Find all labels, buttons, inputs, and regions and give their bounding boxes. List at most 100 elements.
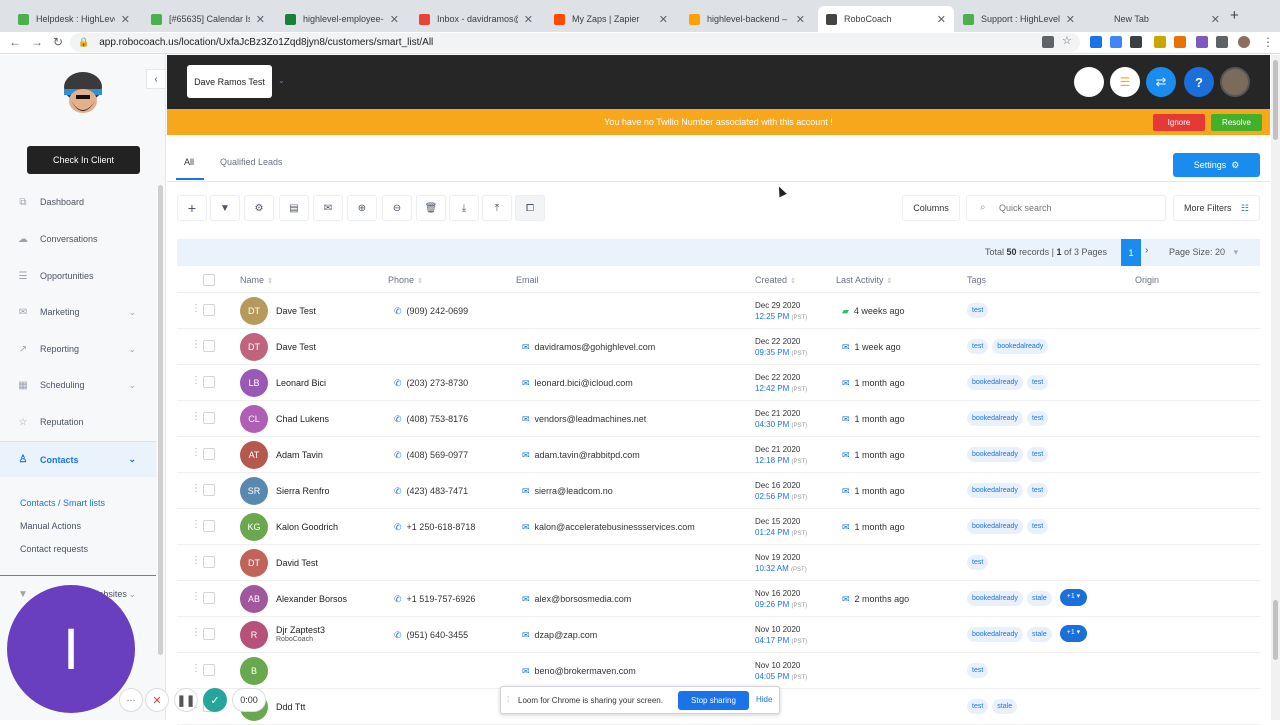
scrollbar-thumb[interactable] (1273, 600, 1278, 660)
table-row[interactable]: ⋮ AT Adam Tavin ✆ (408) 569-0977 ✉ adam.tavin@… (177, 437, 1260, 473)
browser-tab[interactable]: My Zaps | Zapier ✕ (546, 6, 676, 32)
row-checkbox[interactable] (203, 340, 215, 352)
tab-qualified-leads[interactable]: Qualified Leads (220, 157, 283, 167)
chevron-down-icon[interactable]: ⌄ (278, 76, 285, 85)
scrollbar-thumb[interactable] (1273, 60, 1278, 140)
check-in-client-button[interactable]: Check In Client (27, 146, 140, 174)
row-checkbox[interactable] (203, 664, 215, 676)
sidebar-item-scheduling[interactable]: ▦ Scheduling ⌄ (0, 367, 156, 403)
contact-phone[interactable]: ✆ (423) 483-7471 (394, 486, 468, 497)
subnav-smart-lists[interactable]: Contacts / Smart lists (20, 498, 105, 508)
row-checkbox[interactable] (203, 592, 215, 604)
extension-icon[interactable] (1110, 36, 1122, 48)
drag-handle-icon[interactable]: ⋮ (191, 375, 201, 386)
column-created[interactable]: Created ⇕ (755, 275, 796, 285)
extension-icon[interactable] (1154, 36, 1166, 48)
close-tab-icon[interactable]: ✕ (121, 13, 130, 26)
reload-icon[interactable]: ↻ (53, 35, 63, 49)
resolve-button[interactable]: Resolve (1211, 114, 1262, 131)
tab-all[interactable]: All (184, 157, 194, 167)
drag-handle-icon[interactable]: ⋮ (191, 483, 201, 494)
sidebar-item-reputation[interactable]: ☆ Reputation (0, 404, 156, 440)
sidebar-item-dashboard[interactable]: ⧉ Dashboard (0, 184, 156, 220)
tag-badge[interactable]: test (967, 339, 989, 354)
sidebar-item-conversations[interactable]: ☁ Conversations (0, 221, 156, 257)
settings-button[interactable]: Settings ⚙ (1173, 153, 1260, 177)
close-tab-icon[interactable]: ✕ (1211, 13, 1220, 26)
tag-badge[interactable]: bookedalready (967, 519, 1023, 534)
account-switcher[interactable]: Dave Ramos Test (187, 65, 272, 98)
contact-email[interactable]: ✉ alex@borsosmedia.com (522, 594, 631, 605)
drag-handle-icon[interactable]: ⋮ (191, 555, 201, 566)
ignore-button[interactable]: Ignore (1153, 114, 1205, 131)
swap-icon[interactable]: ⇄ (1146, 67, 1176, 97)
contact-phone[interactable]: ✆ +1 519-757-6926 (394, 594, 475, 605)
close-tab-icon[interactable]: ✕ (390, 13, 399, 26)
row-checkbox[interactable] (203, 448, 215, 460)
drag-handle-icon[interactable]: ⋮ (191, 447, 201, 458)
table-row[interactable]: ⋮ DT Dave Test ✆ (909) 242-0699 Dec 29 2020 12… (177, 293, 1260, 329)
task-list-icon[interactable]: ☰ (1110, 67, 1140, 97)
star-icon[interactable]: ☆ (1062, 34, 1074, 47)
contact-name[interactable]: Sierra Renfro (276, 486, 330, 496)
blank-action-button[interactable] (1074, 67, 1104, 97)
contact-phone[interactable]: ✆ (203) 273-8730 (394, 378, 468, 389)
puzzle-icon[interactable] (1216, 36, 1228, 48)
table-row[interactable]: ⋮ SR Sierra Renfro ✆ (423) 483-7471 ✉ sierra@l… (177, 473, 1260, 509)
export-icon[interactable]: ⤒ (482, 195, 512, 221)
tag-badge[interactable]: stale (1026, 591, 1052, 606)
sidebar-item-opportunities[interactable]: ☰ Opportunities (0, 258, 156, 294)
contact-email[interactable]: ✉ dzap@zap.com (522, 630, 597, 641)
contact-phone[interactable]: ✆ (951) 640-3455 (394, 630, 468, 641)
import-icon[interactable]: ⤓ (449, 195, 479, 221)
row-checkbox[interactable] (203, 304, 215, 316)
column-email[interactable]: Email (516, 275, 539, 285)
sidebar-item-marketing[interactable]: ✉ Marketing ⌄ (0, 294, 156, 330)
table-row[interactable]: ⋮ DT David Test Nov 19 2020 10:32 AM (PST) te… (177, 545, 1260, 581)
contact-email[interactable]: ✉ adam.tavin@rabbitpd.com (522, 450, 640, 461)
hide-button[interactable]: Hide (756, 695, 772, 704)
more-tags-button[interactable]: +1 ▾ (1059, 589, 1088, 606)
brave-icon[interactable] (1174, 36, 1186, 48)
column-name[interactable]: Name ⇕ (240, 275, 273, 285)
user-avatar[interactable] (1220, 67, 1250, 97)
finish-recording-icon[interactable]: ✓ (203, 688, 227, 712)
tag-badge[interactable]: stale (992, 699, 1018, 714)
more-options-icon[interactable]: ⋯ (119, 688, 143, 712)
browser-tab[interactable]: RoboCoach ✕ (818, 6, 954, 32)
subnav-manual-actions[interactable]: Manual Actions (20, 521, 81, 531)
contact-email[interactable]: ✉ kalon@acceleratebusinessservices.com (522, 522, 695, 533)
tag-badge[interactable]: bookedalready (967, 483, 1023, 498)
sms-icon[interactable]: ▤ (279, 195, 309, 221)
url-field[interactable]: 🔒 app.robocoach.us/location/UxfaJcBz3Zo1… (70, 33, 1080, 52)
extension-icon[interactable] (1090, 36, 1102, 48)
tag-badge[interactable]: bookedalready (967, 375, 1023, 390)
drag-handle-icon[interactable]: ⋮ (191, 339, 201, 350)
contact-name[interactable]: Chad Lukens (276, 414, 329, 424)
back-icon[interactable]: ← (9, 35, 21, 49)
contact-name[interactable]: Adam Tavin (276, 450, 323, 460)
tag-badge[interactable]: test (1026, 447, 1049, 462)
sidebar-item-contacts[interactable]: ♙ Contacts ⌄ (0, 441, 156, 477)
table-row[interactable]: ⋮ B ✉ beno@brokermaven.com Nov 10 2020 04:05 … (177, 653, 1260, 689)
contact-name[interactable]: Kalon Goodrich (276, 522, 338, 532)
contact-email[interactable]: ✉ davidramos@gohighlevel.com (522, 342, 655, 353)
tag-badge[interactable]: bookedalready (967, 447, 1023, 462)
page-size-select[interactable]: Page Size: 20 ▾ (1169, 247, 1238, 258)
columns-button[interactable]: Columns (902, 195, 960, 221)
cancel-recording-icon[interactable]: ✕ (145, 688, 169, 712)
contact-email[interactable]: ✉ vendors@leadmachines.net (522, 414, 646, 425)
contact-name[interactable]: Djr Zaptest3 RoboCoach (276, 625, 325, 645)
column-phone[interactable]: Phone ⇕ (388, 275, 423, 285)
contact-name[interactable]: Dave Test (276, 342, 316, 352)
subnav-contact-requests[interactable]: Contact requests (20, 544, 88, 554)
tag-badge[interactable]: test (967, 303, 989, 318)
table-row[interactable]: ⋮ DT Dave Test ✉ davidramos@gohighlevel.com D… (177, 329, 1260, 365)
add-contact-button[interactable]: + (177, 195, 207, 221)
table-row[interactable]: ⋮ CL Chad Lukens ✆ (408) 753-8176 ✉ vendors@le… (177, 401, 1260, 437)
drag-handle-icon[interactable]: ⋮ (191, 303, 201, 314)
close-tab-icon[interactable]: ✕ (524, 13, 533, 26)
contact-email[interactable]: ✉ beno@brokermaven.com (522, 666, 636, 677)
collapse-sidebar-button[interactable]: ‹ (146, 69, 166, 89)
browser-tab[interactable]: Inbox - davidramos@goh ✕ (411, 6, 541, 32)
